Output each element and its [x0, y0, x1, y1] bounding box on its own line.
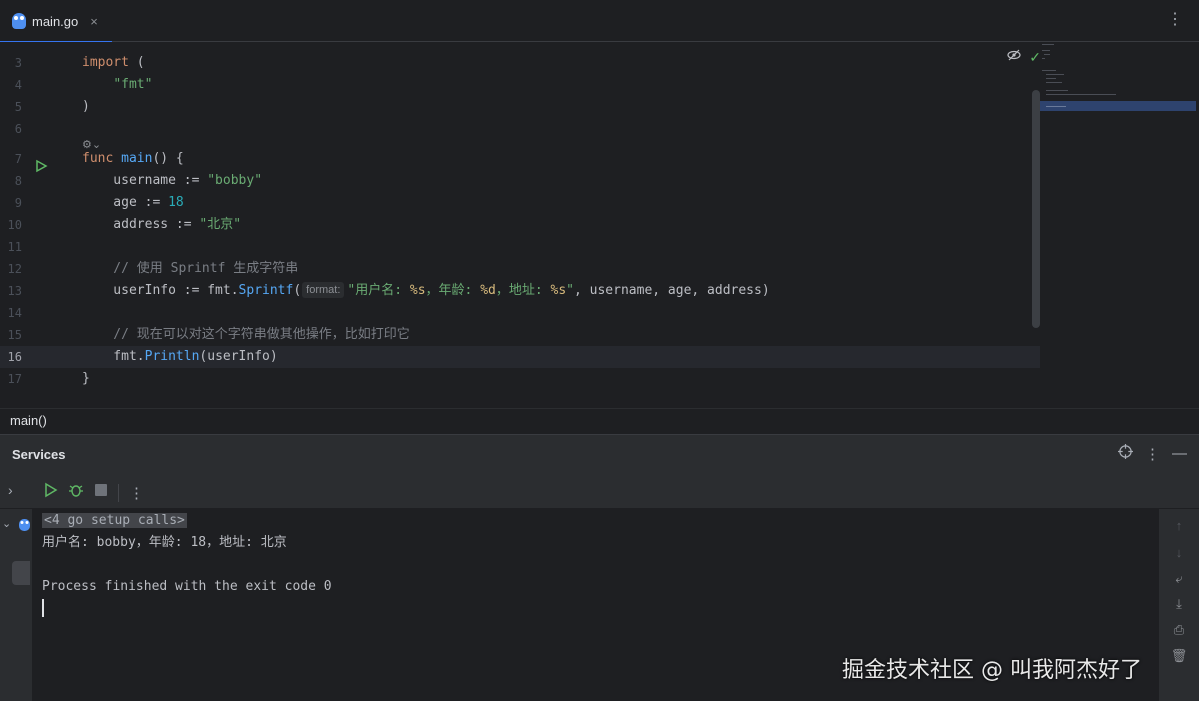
setup-calls-line[interactable]: <4 go setup calls> — [42, 510, 187, 532]
editor-tab-bar: main.go × ⋮ — [0, 0, 1199, 43]
soft-wrap-icon[interactable]: ⤶ — [1169, 570, 1189, 588]
minimize-icon[interactable]: — — [1172, 445, 1187, 462]
line-number: 8 — [14, 174, 22, 188]
code-text: username := "bobby" — [82, 173, 263, 188]
line-number: 4 — [14, 78, 22, 92]
services-title: Services — [12, 447, 66, 462]
more-options-icon[interactable]: ⋮ — [129, 484, 144, 502]
code-text: } — [82, 371, 90, 386]
services-tree[interactable]: ⌄ — [0, 509, 32, 701]
close-icon[interactable]: × — [90, 14, 98, 29]
arrow-down-icon[interactable]: ↓ — [1169, 544, 1189, 562]
code-text: func main() { — [82, 151, 184, 166]
crosshair-icon[interactable] — [1118, 444, 1133, 463]
arrow-up-icon[interactable]: ↑ — [1169, 517, 1189, 535]
line-number: 12 — [7, 262, 22, 276]
line-number: 16 — [7, 350, 22, 364]
code-line-9[interactable]: 9 age := 18 — [0, 192, 1040, 214]
line-number: 17 — [7, 372, 22, 386]
services-toolbar: › ⋮ — [0, 474, 1199, 509]
more-options-icon[interactable]: ⋮ — [1145, 445, 1160, 463]
code-line-11[interactable]: 11 — [0, 236, 1040, 258]
code-line-8[interactable]: 8 username := "bobby" — [0, 170, 1040, 192]
line-number: 3 — [14, 56, 22, 70]
code-line-4[interactable]: 4 "fmt" — [0, 74, 1040, 96]
process-finished-message: Process finished with the exit code 0 — [42, 579, 332, 594]
line-number: 10 — [7, 218, 22, 232]
code-line-10[interactable]: 10 address := "北京" — [0, 214, 1040, 236]
code-text: ) — [82, 99, 90, 114]
debug-icon[interactable] — [68, 482, 84, 503]
code-line-15[interactable]: 15 // 现在可以对这个字符串做其他操作，比如打印它 — [0, 324, 1040, 346]
line-number: 5 — [14, 100, 22, 114]
line-number: 9 — [14, 196, 22, 210]
expand-icon[interactable]: › — [8, 482, 13, 498]
code-line-12[interactable]: 12 // 使用 Sprintf 生成字符串 — [0, 258, 1040, 280]
tab-label: main.go — [32, 13, 79, 29]
code-text: fmt.Println(userInfo) — [82, 349, 278, 364]
line-number: 11 — [7, 240, 22, 254]
code-text: age := 18 — [82, 195, 184, 210]
code-line-16[interactable]: 16 fmt.Println(userInfo) — [0, 346, 1040, 368]
line-number: 15 — [7, 328, 22, 342]
console-actions-rail: ↑ ↓ ⤶ ⤓ ⎙ 🗑 — [1159, 509, 1199, 701]
code-line-6[interactable]: 6 — [0, 118, 1040, 140]
toolbar-separator — [118, 483, 119, 502]
line-number: 6 — [14, 122, 22, 136]
code-line-3[interactable]: 3 import ( — [0, 52, 1040, 74]
go-run-config-icon[interactable] — [19, 518, 30, 531]
run-gutter-icon[interactable] — [34, 159, 50, 175]
code-text: address := "北京" — [82, 217, 242, 232]
rerun-icon[interactable] — [42, 482, 58, 503]
breadcrumb-item-main[interactable]: main() — [10, 413, 47, 428]
scroll-to-end-icon[interactable]: ⤓ — [1169, 595, 1189, 613]
tab-main-go[interactable]: main.go × — [0, 0, 112, 43]
watermark: 掘金技术社区 @ 叫我阿杰好了 — [842, 658, 1142, 683]
ai-hint-icon[interactable]: ⚙⌄ — [82, 138, 101, 151]
services-tool-window-header: Services ⋮ — — [0, 434, 1199, 474]
more-options-icon[interactable]: ⋮ — [1167, 10, 1183, 30]
line-number: 13 — [7, 284, 22, 298]
editor-scrollbar[interactable] — [1032, 90, 1040, 328]
code-line-7[interactable]: 7 func main() { — [0, 148, 1040, 170]
code-text: userInfo := fmt.Sprintf(format: "用户名: %s，… — [82, 282, 770, 298]
breadcrumb[interactable]: main() — [0, 408, 1199, 434]
print-icon[interactable]: ⎙ — [1169, 621, 1189, 639]
line-number: 14 — [7, 306, 22, 320]
code-line-5[interactable]: 5) — [0, 96, 1040, 118]
code-text: // 现在可以对这个字符串做其他操作，比如打印它 — [82, 327, 410, 342]
stop-icon[interactable] — [94, 483, 108, 502]
chevron-down-icon[interactable]: ⌄ — [2, 517, 11, 530]
minimap[interactable] — [1040, 42, 1199, 122]
code-text: // 使用 Sprintf 生成字符串 — [82, 261, 299, 276]
editor-inspection-widget: ✓ — [1007, 48, 1041, 67]
code-text: "fmt" — [113, 77, 153, 92]
line-number: 7 — [14, 152, 22, 166]
tree-selected-item[interactable] — [12, 561, 30, 585]
setup-calls-fold[interactable]: <4 go setup calls> — [42, 513, 187, 528]
reader-mode-icon[interactable] — [1007, 48, 1021, 67]
trash-icon[interactable]: 🗑 — [1169, 647, 1189, 665]
program-output: 用户名: bobby，年龄: 18，地址: 北京 — [42, 535, 287, 550]
code-line-13[interactable]: 13 userInfo := fmt.Sprintf(format: "用户名: … — [0, 280, 1040, 302]
go-file-icon — [12, 13, 26, 29]
code-editor[interactable]: 3 import (4 "fmt" 5) 6 7 func main() {8 usern… — [0, 42, 1199, 408]
text-caret — [42, 599, 44, 617]
code-line-14[interactable]: 14 — [0, 302, 1040, 324]
code-text: import ( — [82, 55, 145, 70]
code-line-17[interactable]: 17} — [0, 368, 1040, 390]
